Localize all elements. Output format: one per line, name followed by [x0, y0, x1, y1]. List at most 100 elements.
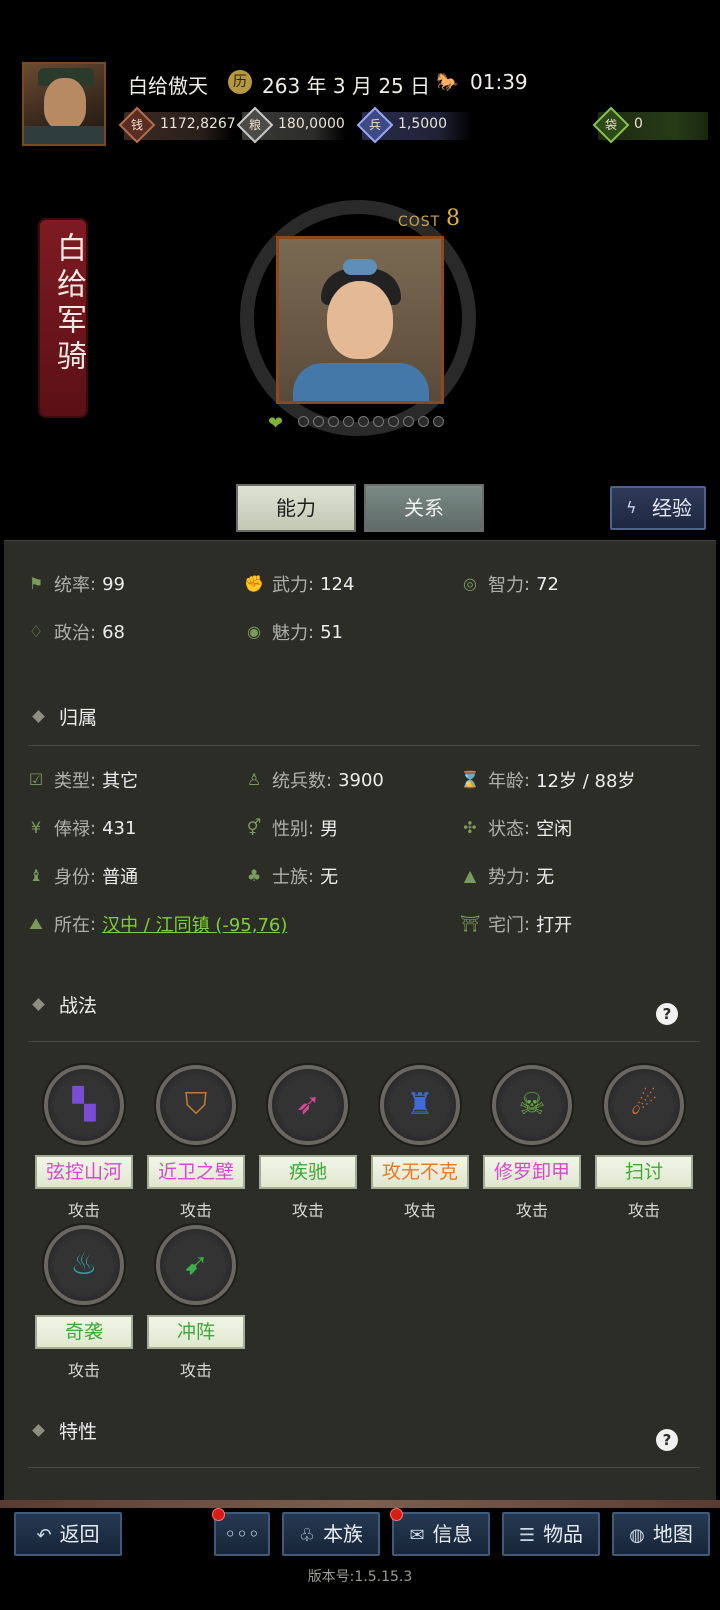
skill-icon[interactable]: ♜: [380, 1065, 460, 1145]
stat-charm: ◉ 魅力:51: [244, 619, 343, 645]
calendar-icon: 历: [228, 70, 252, 94]
skill-name[interactable]: 奇袭: [35, 1315, 133, 1349]
skill-icon[interactable]: ➶: [268, 1065, 348, 1145]
skill-icon[interactable]: ☄: [604, 1065, 684, 1145]
coin-icon: 钱: [130, 118, 143, 132]
skill-type: 攻击: [291, 1201, 324, 1220]
clan-button[interactable]: ♧ 本族: [282, 1512, 380, 1556]
ability-panel: ⚑ 统率:99 ✊ 武力:124 ◎ 智力:72 ♢ 政治:68 ◉ 魅力:51 归属 ☑…: [4, 540, 716, 1501]
skill-icon[interactable]: ♨: [44, 1225, 124, 1305]
field-troops: ♙ 统兵数:3900: [244, 767, 384, 793]
map-icon: ◍: [629, 1525, 645, 1546]
skill-card[interactable]: ♨ 奇袭 攻击: [34, 1225, 134, 1381]
resource-soldier[interactable]: 兵 1,5000: [356, 106, 472, 144]
field-location: ⛰ 所在: 汉中 / 江同镇 (-95,76): [26, 911, 287, 937]
skill-name[interactable]: 近卫之壁: [147, 1155, 245, 1189]
bottom-strip: [0, 1500, 720, 1508]
flag-icon: ⚑: [28, 574, 44, 593]
cost-label: COST: [398, 214, 441, 230]
notification-dot: [212, 1508, 225, 1521]
character-portrait[interactable]: [276, 236, 444, 404]
skill-name[interactable]: 修罗卸甲: [483, 1155, 581, 1189]
eye-icon: ◉: [247, 622, 261, 641]
field-status: ✣ 状态: 空闲: [460, 815, 572, 841]
location-icon: ⛰: [29, 914, 43, 933]
map-button[interactable]: ◍ 地图: [612, 1512, 710, 1556]
skill-type: 攻击: [179, 1361, 212, 1380]
skill-type: 攻击: [403, 1201, 436, 1220]
skill-card[interactable]: ☠ 修罗卸甲 攻击: [482, 1065, 582, 1221]
skill-name[interactable]: 疾驰: [259, 1155, 357, 1189]
checkbox-icon: ☑: [28, 770, 44, 789]
person-icon: ♙: [246, 770, 262, 789]
field-house: ⛩ 宅门: 打开: [460, 913, 573, 937]
lightning-icon: ϟ: [626, 498, 637, 517]
gate-icon: ⛩: [460, 914, 481, 933]
skill-icon[interactable]: ➹: [156, 1225, 236, 1305]
skill-type: 攻击: [627, 1201, 660, 1220]
version-label: 版本号:1.5.15.3: [307, 1569, 413, 1585]
field-clan: ♣ 士族: 无: [244, 863, 338, 889]
age-icon: ⌛: [460, 770, 480, 789]
stat-politics: ♢ 政治:68: [26, 619, 125, 645]
stat-command: ⚑ 统率:99: [26, 571, 125, 597]
tab-ability[interactable]: 能力: [236, 484, 356, 532]
skill-icon[interactable]: ⛉: [156, 1065, 236, 1145]
skill-icon[interactable]: ☠: [492, 1065, 572, 1145]
traits-help-icon[interactable]: ?: [656, 1429, 678, 1451]
field-salary: ¥ 俸禄:431: [26, 815, 137, 841]
clan-icon: ♧: [298, 1525, 316, 1546]
experience-button[interactable]: ϟ 经验: [610, 486, 706, 530]
section-belonging: 归属: [30, 703, 97, 730]
skill-card[interactable]: ➶ 疾驰攻击: [258, 1065, 358, 1221]
back-button[interactable]: ↶ 返回: [14, 1512, 122, 1556]
gender-icon: ⚥: [246, 818, 262, 837]
player-name: 白给傲天: [128, 74, 208, 98]
field-age: ⌛ 年龄:12岁 / 88岁: [460, 769, 636, 793]
divider: [28, 745, 700, 746]
soldier-icon: 兵: [368, 118, 381, 132]
section-traits: 特性: [30, 1417, 97, 1444]
identity-icon: ♝: [28, 866, 44, 885]
player-avatar[interactable]: [22, 62, 106, 146]
horse-icon: 🐎: [436, 72, 459, 93]
character-title-banner: 白给军骑: [38, 218, 88, 418]
skill-card[interactable]: ♜ 攻无不克攻击: [370, 1065, 470, 1221]
tactics-help-icon[interactable]: ?: [656, 1003, 678, 1025]
resource-coin[interactable]: 钱 1172,8267: [118, 106, 236, 144]
info-button[interactable]: ✉ 信息: [392, 1512, 490, 1556]
stat-force: ✊ 武力:124: [244, 573, 355, 597]
skill-type: 攻击: [179, 1201, 212, 1220]
tab-relation[interactable]: 关系: [364, 484, 484, 532]
grain-icon: 粮: [248, 118, 261, 132]
skill-name[interactable]: 弦控山河: [35, 1155, 133, 1189]
field-faction: ▲ 势力: 无: [460, 863, 554, 889]
game-time: 01:39: [470, 70, 528, 94]
stat-intelligence: ◎ 智力:72: [460, 571, 559, 597]
skill-type: 攻击: [67, 1201, 100, 1220]
skill-card[interactable]: ▚ 弦控山河攻击: [34, 1065, 134, 1221]
resource-grain[interactable]: 粮 180,0000: [236, 106, 346, 144]
skill-name[interactable]: 攻无不克: [371, 1155, 469, 1189]
mountain-icon: ▲: [463, 866, 477, 885]
skill-name[interactable]: 冲阵: [147, 1315, 245, 1349]
resource-bag[interactable]: 袋 0: [592, 106, 708, 144]
game-date: 263 年 3 月 25 日: [262, 74, 431, 98]
location-link[interactable]: 汉中 / 江同镇 (-95,76): [102, 911, 287, 937]
field-identity: ♝ 身份: 普通: [26, 863, 138, 889]
back-icon: ↶: [36, 1525, 52, 1546]
cost-value: 8: [446, 206, 460, 231]
skill-card[interactable]: ➹ 冲阵攻击: [146, 1225, 246, 1381]
section-tactics: 战法: [30, 991, 97, 1018]
heart-icon: ❤: [268, 413, 284, 434]
items-button[interactable]: ☰ 物品: [502, 1512, 600, 1556]
skill-icon[interactable]: ▚: [44, 1065, 124, 1145]
bag-icon: ♢: [28, 622, 44, 641]
skill-card[interactable]: ☄ 扫讨攻击: [594, 1065, 694, 1221]
field-type: ☑ 类型: 其它: [26, 767, 138, 793]
notification-dot: [390, 1508, 403, 1521]
items-icon: ☰: [518, 1525, 536, 1546]
skill-name[interactable]: 扫讨: [595, 1155, 693, 1189]
bag-icon: 袋: [604, 118, 617, 132]
skill-card[interactable]: ⛉ 近卫之壁攻击: [146, 1065, 246, 1221]
